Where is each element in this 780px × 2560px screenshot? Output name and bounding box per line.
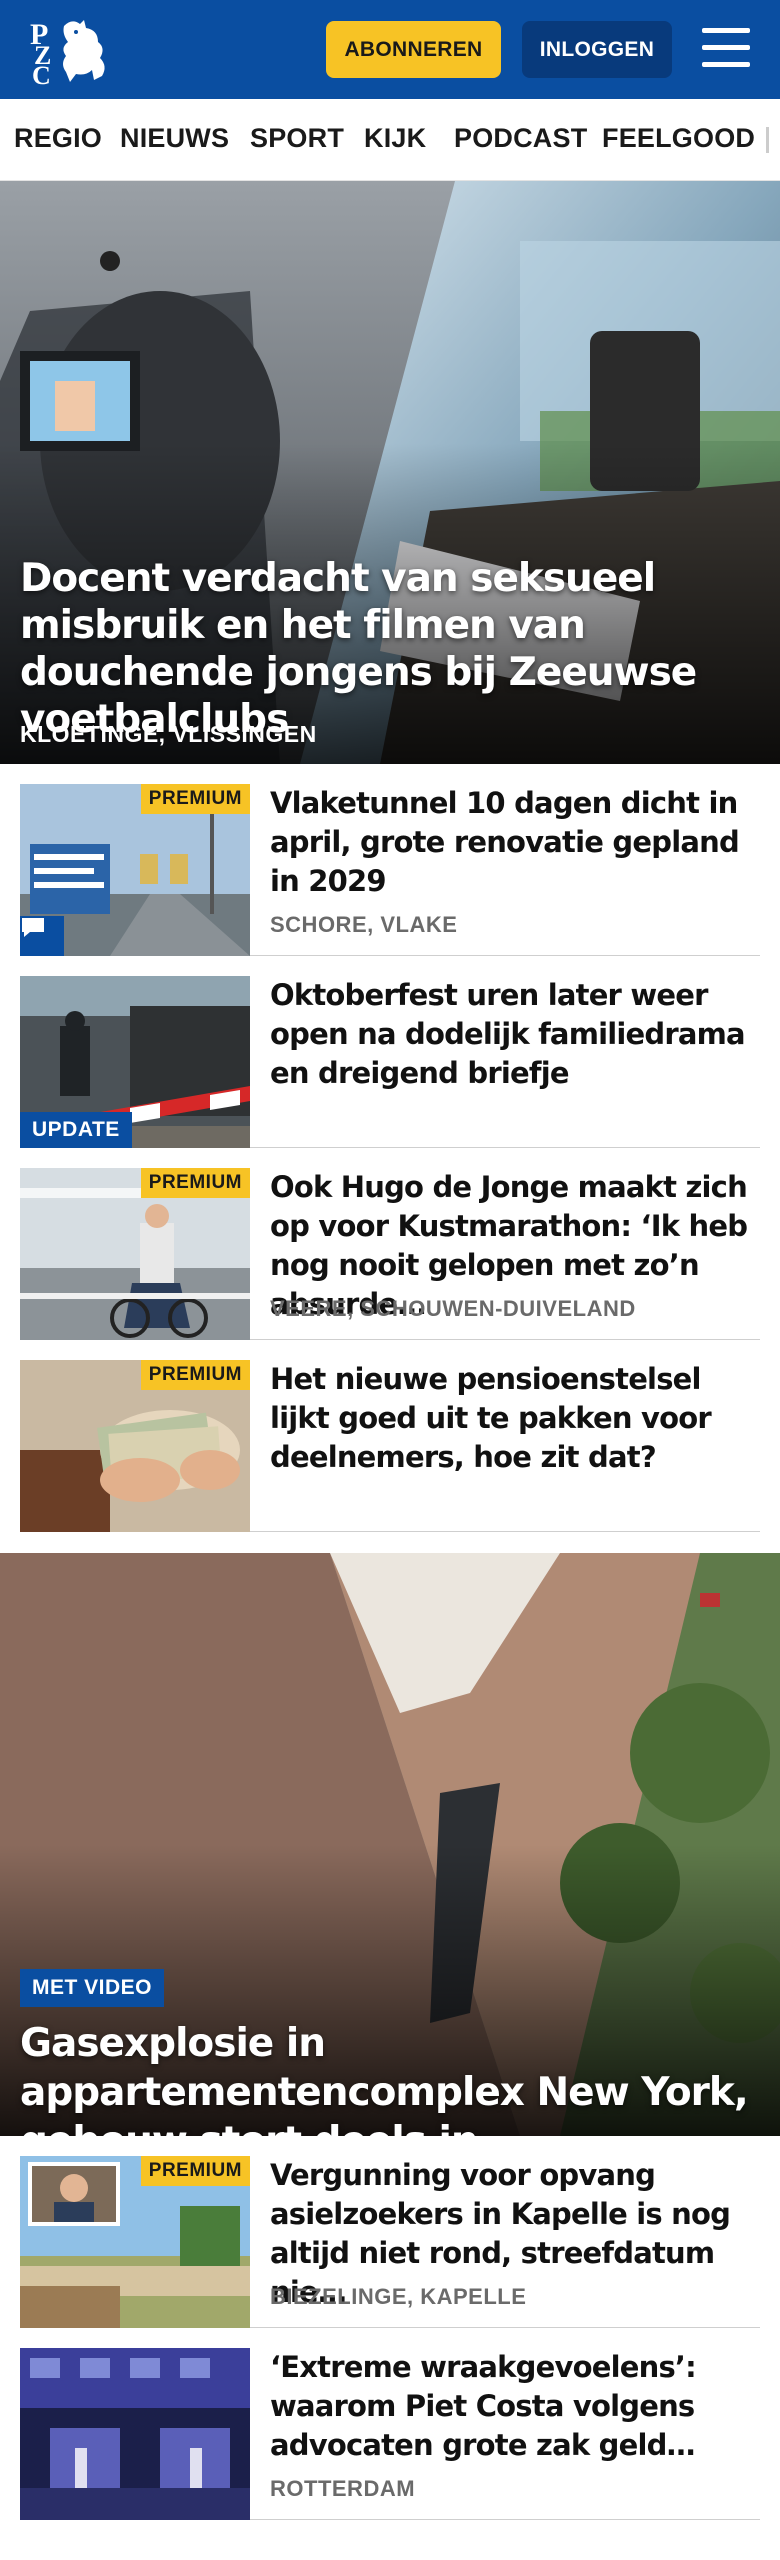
- list-item[interactable]: PREMIUM Vlaketunnel 10 dagen dicht in ap…: [20, 764, 760, 956]
- nav-overflow-divider: [766, 127, 769, 153]
- premium-badge: PREMIUM: [140, 1360, 250, 1390]
- menu-line: [702, 45, 750, 50]
- article-headline[interactable]: Het nieuwe pensioenstelsel lijkt goed ui…: [270, 1360, 760, 1477]
- update-badge: UPDATE: [20, 1112, 132, 1148]
- menu-line: [702, 28, 750, 33]
- premium-badge: PREMIUM: [140, 2156, 250, 2186]
- article-thumbnail: PREMIUM: [20, 2156, 250, 2328]
- hamburger-menu-icon[interactable]: [700, 24, 752, 72]
- article-thumbnail: PREMIUM: [20, 1168, 250, 1340]
- menu-line: [702, 62, 750, 67]
- article-thumbnail: PREMIUM: [20, 784, 250, 956]
- section-nav: REGIO NIEUWS SPORT KIJK PODCAST FEELGOOD: [0, 99, 780, 181]
- nav-item-kijk[interactable]: KIJK: [364, 123, 426, 154]
- article-location: ROTTERDAM: [270, 2476, 416, 2501]
- nav-item-sport[interactable]: SPORT: [250, 123, 344, 154]
- article-headline[interactable]: ‘Extreme wraakgevoelens’: waarom Piet Co…: [270, 2348, 760, 2465]
- svg-text:C: C: [32, 61, 51, 86]
- video-hero-headline[interactable]: Gasexplosie in appartementencom­plex New…: [20, 2019, 760, 2136]
- article-location: VEERE, SCHOUWEN-DUIVELAND: [270, 1296, 636, 1321]
- nav-item-feelgood[interactable]: FEELGOOD: [602, 123, 755, 154]
- article-thumbnail: PREMIUM: [20, 1360, 250, 1532]
- nav-item-podcast[interactable]: PODCAST: [454, 123, 587, 154]
- article-headline[interactable]: Oktoberfest uren later weer open na dode…: [270, 976, 760, 1093]
- list-item[interactable]: PREMIUM Vergunning voor opvang asielzoek…: [20, 2136, 760, 2328]
- video-hero-article[interactable]: MET VIDEO Gasexplosie in appartementenco…: [0, 1553, 780, 2136]
- premium-badge: PREMIUM: [140, 784, 250, 814]
- article-location: BIEZELINGE, KAPELLE: [270, 2284, 527, 2309]
- comment-icon: [20, 916, 64, 956]
- pzc-logo[interactable]: P Z C: [26, 14, 114, 90]
- list-item[interactable]: PREMIUM Het nieuwe pensioenstelsel lijkt…: [20, 1340, 760, 1532]
- article-location: SCHORE, VLAKE: [270, 912, 458, 937]
- site-header: P Z C ABONNEREN INLOGGEN: [0, 0, 780, 99]
- article-thumbnail: UPDATE: [20, 976, 250, 1148]
- subscribe-button[interactable]: ABONNEREN: [326, 21, 501, 78]
- list-item[interactable]: ‘Extreme wraakgevoelens’: waarom Piet Co…: [20, 2328, 760, 2520]
- hero-article[interactable]: Docent verdacht van seksueel misbruik en…: [0, 181, 780, 764]
- list-item[interactable]: PREMIUM Ook Hugo de Jonge maakt zich op …: [20, 1148, 760, 1340]
- article-headline[interactable]: Vlaketunnel 10 dagen dicht in april, gro…: [270, 784, 760, 901]
- hero-location: KLOETINGE, VLISSINGEN: [20, 721, 317, 747]
- list-item[interactable]: UPDATE Oktoberfest uren later weer open …: [20, 956, 760, 1148]
- nav-item-regio[interactable]: REGIO: [14, 123, 102, 154]
- article-thumbnail: [20, 2348, 250, 2520]
- hero-headline[interactable]: Docent verdacht van seksueel misbruik en…: [20, 555, 760, 743]
- video-badge: MET VIDEO: [20, 1969, 165, 2007]
- login-button[interactable]: INLOGGEN: [522, 21, 672, 78]
- nav-item-nieuws[interactable]: NIEUWS: [120, 123, 229, 154]
- premium-badge: PREMIUM: [140, 1168, 250, 1198]
